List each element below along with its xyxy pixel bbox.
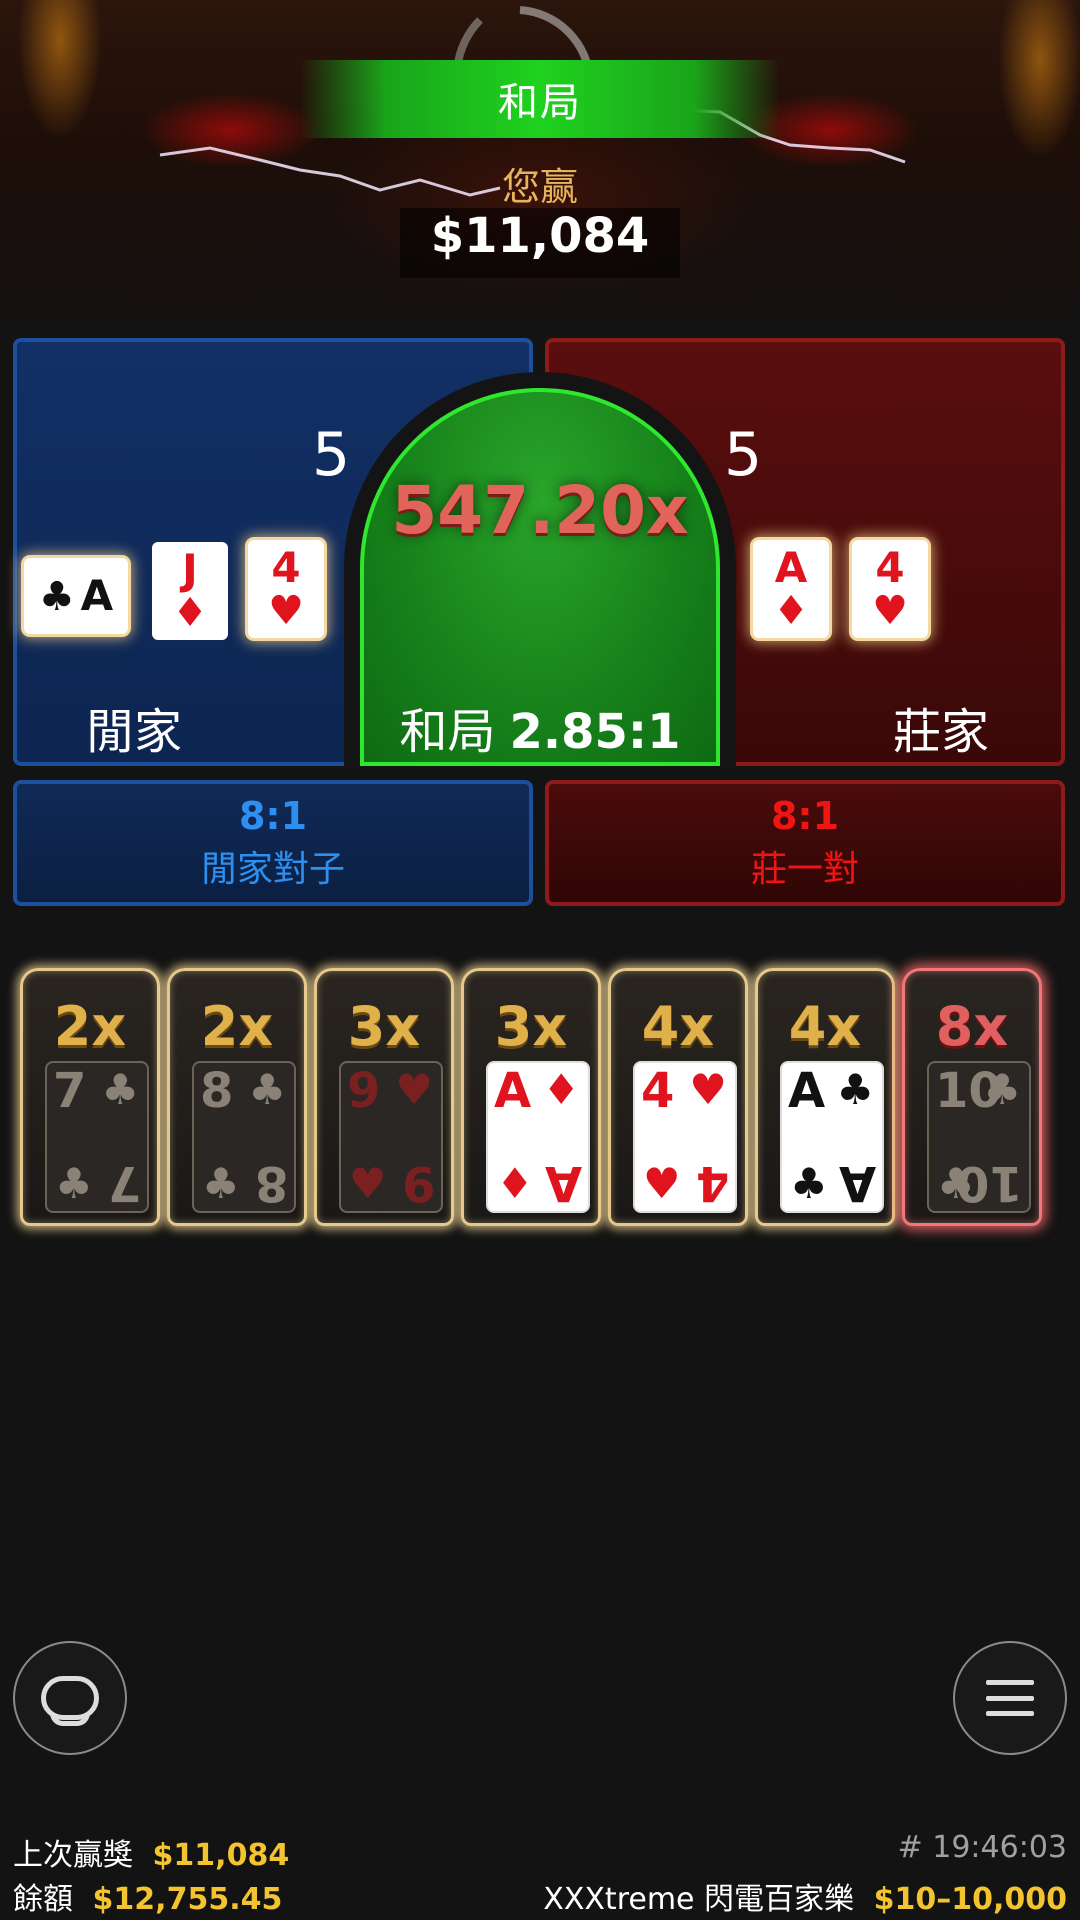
lightning-card-face: 10 ♣ ♣ 10: [927, 1061, 1031, 1213]
banker-card-1: A ♦: [753, 540, 829, 638]
banker-label: 莊家: [893, 704, 990, 760]
lightning-multiplier: 4x: [641, 995, 715, 1058]
suit-icon: ♥: [643, 1159, 681, 1208]
suit-icon: ♥: [349, 1159, 387, 1208]
lightning-card-6: 4x A ♣ ♣ A: [755, 968, 895, 1226]
card-rank: 9: [347, 1063, 381, 1119]
last-win-row: 上次贏獎 $11,084: [13, 1830, 289, 1874]
tie-payout: 2.85:1: [509, 704, 681, 760]
heart-suit-icon: ♥: [872, 588, 908, 634]
lightning-cards-row: 2x 7 ♣ ♣ 7 2x 8 ♣ ♣ 8 3x 9 ♥ ♥ 9 3x A ♦ ♦ A 4x 4 ♥ ♥ 4 4x A ♣ ♣ A 8x 10…: [20, 968, 1065, 1228]
lightning-multiplier: 8x: [935, 995, 1009, 1058]
player-pair-bet[interactable]: 8:1 閒家對子: [13, 780, 533, 906]
chat-button[interactable]: [13, 1641, 127, 1755]
menu-button[interactable]: [953, 1641, 1067, 1755]
banker-pair-odds: 8:1: [770, 794, 840, 838]
banker-pair-label: 莊一對: [750, 849, 859, 890]
card-rank: A: [494, 1063, 532, 1119]
suit-icon: ♦: [496, 1159, 534, 1208]
suit-icon: ♥: [395, 1065, 433, 1114]
card-rank: 4: [875, 543, 905, 592]
lightning-card-face: A ♣ ♣ A: [780, 1061, 884, 1213]
card-rank: A: [838, 1155, 876, 1211]
balance-row: 餘額 $12,755.45: [13, 1874, 282, 1918]
banker-card-2: 4 ♥: [852, 540, 928, 638]
lightning-card-7: 8x 10 ♣ ♣ 10: [902, 968, 1042, 1226]
card-rank: 8: [200, 1063, 234, 1119]
lightning-multiplier: 2x: [53, 995, 127, 1058]
card-rank: 8: [254, 1155, 288, 1211]
round-id: # 19:46:03: [897, 1830, 1067, 1865]
player-pair-odds: 8:1: [238, 794, 308, 838]
card-rank: A: [80, 571, 114, 620]
banker-pair-bet[interactable]: 8:1 莊一對: [545, 780, 1065, 906]
suit-icon: ♥: [689, 1065, 727, 1114]
balance-value: $12,755.45: [92, 1882, 283, 1917]
banker-score: 5: [724, 420, 763, 490]
game-name: XXXtreme 閃電百家樂: [543, 1882, 855, 1917]
suit-icon: ♣: [790, 1159, 828, 1208]
player-pair-label: 閒家對子: [200, 849, 345, 890]
lightning-multiplier: 4x: [788, 995, 862, 1058]
suit-icon: ♣: [202, 1159, 240, 1208]
card-rank: 7: [107, 1155, 141, 1211]
lightning-multiplier: 3x: [494, 995, 568, 1058]
lightning-card-face: A ♦ ♦ A: [486, 1061, 590, 1213]
card-rank: 9: [401, 1155, 435, 1211]
suit-icon: ♦: [542, 1065, 580, 1114]
balance-label: 餘額: [13, 1882, 73, 1917]
card-rank: 4: [271, 543, 301, 592]
tie-lightning-multiplier: 547.20x: [391, 472, 689, 549]
lightning-card-face: 8 ♣ ♣ 8: [192, 1061, 296, 1213]
suit-icon: ♣: [983, 1065, 1021, 1114]
card-rank: 4: [641, 1063, 675, 1119]
player-score: 5: [312, 420, 351, 490]
card-rank: 4: [695, 1155, 729, 1211]
heart-suit-icon: ♥: [268, 588, 304, 634]
tie-label: 和局: [399, 704, 496, 760]
hamburger-menu-icon: [986, 1680, 1034, 1716]
diamond-suit-icon: ♦: [172, 590, 208, 636]
game-info-row[interactable]: XXXtreme 閃電百家樂 $10–10,000: [543, 1874, 1067, 1918]
lightning-card-2: 2x 8 ♣ ♣ 8: [167, 968, 307, 1226]
card-rank: 7: [53, 1063, 87, 1119]
table-limits: $10–10,000: [873, 1882, 1067, 1917]
win-amount: $11,084: [430, 208, 650, 264]
last-win-label: 上次贏獎: [13, 1838, 133, 1873]
lightning-multiplier: 3x: [347, 995, 421, 1058]
lightning-card-4: 3x A ♦ ♦ A: [461, 968, 601, 1226]
chat-bubble-icon: [41, 1676, 99, 1726]
player-label: 閒家: [86, 704, 183, 760]
diamond-suit-icon: ♦: [773, 588, 809, 634]
suit-icon: ♣: [55, 1159, 93, 1208]
lightning-card-5: 4x 4 ♥ ♥ 4: [608, 968, 748, 1226]
suit-icon: ♣: [248, 1065, 286, 1114]
player-card-3: 4 ♥: [248, 540, 324, 638]
result-banner: 和局: [300, 60, 780, 138]
lightning-card-face: 4 ♥ ♥ 4: [633, 1061, 737, 1213]
tie-label-row: 和局 2.85:1: [360, 692, 720, 762]
suit-icon: ♣: [836, 1065, 874, 1114]
lightning-card-3: 3x 9 ♥ ♥ 9: [314, 968, 454, 1226]
card-rank: A: [544, 1155, 582, 1211]
win-label: 您赢: [501, 165, 578, 209]
last-win-value: $11,084: [152, 1838, 290, 1873]
lightning-card-face: 7 ♣ ♣ 7: [45, 1061, 149, 1213]
lightning-card-1: 2x 7 ♣ ♣ 7: [20, 968, 160, 1226]
card-rank: 10: [956, 1155, 1023, 1211]
card-rank: A: [788, 1063, 826, 1119]
card-rank: J: [182, 545, 198, 594]
card-rank: A: [774, 543, 808, 592]
lightning-card-face: 9 ♥ ♥ 9: [339, 1061, 443, 1213]
lightning-multiplier: 2x: [200, 995, 274, 1058]
player-card-1: ♣ A: [24, 558, 128, 634]
club-suit-icon: ♣: [38, 574, 75, 620]
player-card-2: J ♦: [152, 542, 228, 640]
suit-icon: ♣: [101, 1065, 139, 1114]
